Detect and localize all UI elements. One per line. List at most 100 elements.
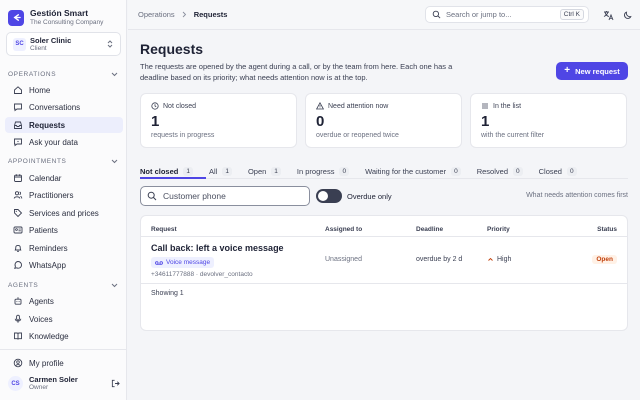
column-header-assigned[interactable]: Assigned to bbox=[325, 226, 362, 233]
sidebar-item-my-profile[interactable]: My profile bbox=[5, 355, 123, 371]
sidebar-item-whatsapp[interactable]: WhatsApp bbox=[5, 257, 123, 273]
header-divider bbox=[141, 236, 627, 237]
assigned-to: Unassigned bbox=[325, 256, 362, 263]
new-request-label: New request bbox=[575, 66, 620, 76]
brand-subtitle: The Consulting Company bbox=[30, 19, 104, 26]
home-icon bbox=[12, 85, 23, 96]
tab-all[interactable]: All 1 bbox=[209, 164, 232, 178]
column-header-priority[interactable]: Priority bbox=[487, 226, 510, 233]
language-icon[interactable] bbox=[602, 9, 614, 21]
tab-closed[interactable]: Closed 0 bbox=[539, 164, 577, 178]
mic-icon bbox=[12, 314, 23, 325]
chevron-down-icon[interactable] bbox=[111, 159, 118, 164]
section-operations-label: Operations bbox=[8, 71, 57, 78]
sidebar-item-voices[interactable]: Voices bbox=[5, 311, 123, 327]
customer-phone-filter[interactable] bbox=[140, 186, 310, 206]
tab-count: 0 bbox=[451, 166, 461, 176]
sidebar-item-label: Patients bbox=[29, 225, 58, 235]
request-type-tag: Voice message bbox=[151, 257, 215, 268]
sort-note: What needs attention comes first bbox=[526, 192, 628, 199]
brand[interactable]: Gestión Smart The Consulting Company bbox=[8, 8, 103, 27]
chat-question-icon bbox=[12, 137, 23, 148]
column-header-request[interactable]: Request bbox=[151, 226, 177, 233]
tab-resolved[interactable]: Resolved 0 bbox=[477, 164, 523, 178]
alert-icon bbox=[316, 102, 324, 110]
sidebar: Gestión Smart The Consulting Company SC … bbox=[0, 0, 127, 400]
request-title[interactable]: Call back: left a voice message bbox=[151, 243, 284, 253]
stat-card-in-list: In the list 1 with the current filter bbox=[470, 93, 627, 148]
breadcrumb: Operations Requests bbox=[138, 10, 227, 19]
search-icon bbox=[147, 191, 157, 201]
book-icon bbox=[12, 331, 23, 342]
tab-not-closed[interactable]: Not closed 1 bbox=[140, 164, 193, 178]
customer-phone-input[interactable] bbox=[163, 191, 303, 201]
sidebar-item-label: WhatsApp bbox=[29, 260, 66, 270]
sidebar-item-practitioners[interactable]: Practitioners bbox=[5, 187, 123, 203]
request-type-label: Voice message bbox=[166, 259, 211, 266]
whatsapp-icon bbox=[12, 260, 23, 271]
sidebar-divider bbox=[0, 349, 127, 350]
stat-note: requests in progress bbox=[151, 132, 215, 139]
sidebar-item-label: Agents bbox=[29, 296, 54, 306]
stat-label: In the list bbox=[493, 102, 522, 110]
stat-card-need-attention: Need attention now 0 overdue or reopened… bbox=[305, 93, 462, 148]
results-count: Showing 1 bbox=[151, 290, 184, 297]
sidebar-item-label: Calendar bbox=[29, 173, 62, 183]
sidebar-item-conversations[interactable]: Conversations bbox=[5, 99, 123, 115]
stat-card-not-closed: Not closed 1 requests in progress bbox=[140, 93, 297, 148]
tab-label: Resolved bbox=[476, 166, 508, 176]
sidebar-item-reminders[interactable]: Reminders bbox=[5, 240, 123, 256]
search-placeholder: Search or jump to... bbox=[446, 10, 512, 19]
sidebar-item-label: Knowledge bbox=[29, 331, 69, 341]
tabs-divider bbox=[140, 178, 628, 179]
sidebar-item-label: Services and prices bbox=[29, 208, 99, 218]
stat-value: 0 bbox=[316, 113, 325, 130]
search-icon bbox=[432, 10, 441, 19]
sidebar-item-label: Requests bbox=[29, 120, 66, 130]
page-description: The requests are opened by the agent dur… bbox=[140, 62, 453, 82]
user-avatar: CS bbox=[8, 376, 23, 391]
user-name: Carmen Soler bbox=[29, 375, 78, 384]
sidebar-item-patients[interactable]: Patients bbox=[5, 222, 123, 238]
sidebar-item-calendar[interactable]: Calendar bbox=[5, 170, 123, 186]
sidebar-item-home[interactable]: Home bbox=[5, 82, 123, 98]
tab-in-progress[interactable]: In progress 0 bbox=[297, 164, 350, 178]
clock-icon bbox=[151, 102, 159, 110]
tag-icon bbox=[12, 208, 23, 219]
sidebar-item-agents[interactable]: Agents bbox=[5, 293, 123, 309]
column-header-deadline[interactable]: Deadline bbox=[416, 226, 443, 233]
tab-count: 0 bbox=[513, 166, 523, 176]
tab-waiting-customer[interactable]: Waiting for the customer 0 bbox=[365, 164, 461, 178]
chevron-updown-icon bbox=[107, 40, 113, 48]
breadcrumb-current: Requests bbox=[193, 10, 228, 19]
chevron-down-icon[interactable] bbox=[111, 283, 118, 288]
tab-count: 1 bbox=[222, 166, 232, 176]
breadcrumb-parent[interactable]: Operations bbox=[138, 10, 175, 19]
column-header-status[interactable]: Status bbox=[597, 226, 617, 233]
sidebar-item-label: Conversations bbox=[29, 102, 81, 112]
tab-count: 0 bbox=[566, 166, 577, 176]
stat-label: Need attention now bbox=[328, 102, 389, 110]
voicemail-icon bbox=[155, 260, 163, 265]
clinic-switcher[interactable]: SC Soler Clinic Client bbox=[6, 32, 121, 56]
new-request-button[interactable]: + New request bbox=[556, 62, 628, 80]
tab-label: Open bbox=[247, 166, 267, 176]
sidebar-item-ask-your-data[interactable]: Ask your data bbox=[5, 134, 123, 150]
priority: High bbox=[487, 256, 511, 263]
global-search[interactable]: Search or jump to... Ctrl K bbox=[425, 6, 589, 23]
main-content: Requests The requests are opened by the … bbox=[128, 31, 640, 400]
tab-open[interactable]: Open 1 bbox=[248, 164, 281, 178]
tab-count: 1 bbox=[271, 166, 281, 176]
arrow-up-icon bbox=[488, 257, 493, 261]
request-meta: +34611777888 · devolver_contacto bbox=[151, 271, 253, 278]
sidebar-item-services[interactable]: Services and prices bbox=[5, 205, 123, 221]
sidebar-item-requests[interactable]: Requests bbox=[5, 117, 123, 133]
logout-icon[interactable] bbox=[111, 379, 120, 388]
chevron-down-icon[interactable] bbox=[111, 72, 118, 77]
sidebar-item-label: My profile bbox=[29, 358, 64, 368]
overdue-only-toggle[interactable] bbox=[316, 189, 342, 203]
sidebar-item-knowledge[interactable]: Knowledge bbox=[5, 328, 123, 344]
sidebar-item-label: Practitioners bbox=[29, 190, 74, 200]
stat-label: Not closed bbox=[163, 102, 197, 110]
theme-moon-icon[interactable] bbox=[622, 9, 634, 21]
